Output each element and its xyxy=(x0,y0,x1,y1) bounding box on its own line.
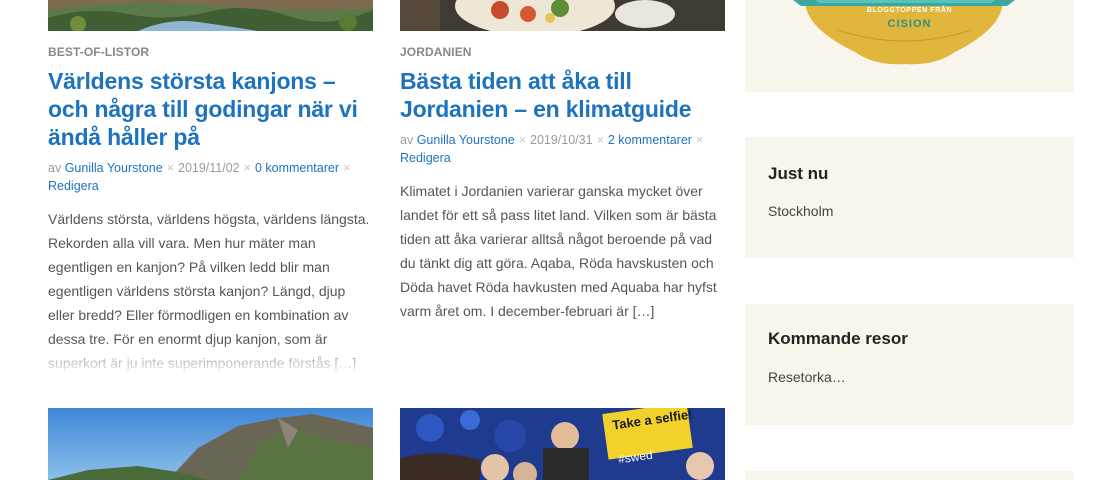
post-date: 2019/10/31 xyxy=(530,133,593,147)
sidebar-widget-next xyxy=(745,471,1074,480)
food-image xyxy=(400,0,725,31)
widget-text: Stockholm xyxy=(768,203,834,219)
post-title[interactable]: Bästa tiden att åka till Jordanien – en … xyxy=(400,67,726,123)
meta-separator-icon: × xyxy=(518,133,526,147)
sidebar-widget-kommande-resor: Kommande resor Resetorka… xyxy=(745,304,1074,425)
post-excerpt-text: Klimatet i Jordanien varierar ganska myc… xyxy=(400,183,717,319)
post-thumbnail-canyon[interactable] xyxy=(48,0,373,31)
meta-separator-icon: × xyxy=(596,133,604,147)
post-thumbnail-mountain[interactable] xyxy=(48,408,373,480)
post-date: 2019/11/02 xyxy=(178,161,240,175)
meta-separator-icon: × xyxy=(243,161,251,175)
post-category[interactable]: JORDANIEN xyxy=(400,45,726,59)
post-author-link[interactable]: Gunilla Yourstone xyxy=(417,133,515,147)
post-comments-link[interactable]: 2 kommentarer xyxy=(608,133,692,147)
post-comments-link[interactable]: 0 kommentarer xyxy=(255,161,339,175)
post-excerpt: Klimatet i Jordanien varierar ganska myc… xyxy=(400,179,726,323)
meta-by-label: av xyxy=(400,133,414,147)
post-edit-link[interactable]: Redigera xyxy=(400,151,451,165)
widget-title: Kommande resor xyxy=(768,329,908,348)
canyon-image xyxy=(48,0,373,31)
post-thumbnail-food[interactable] xyxy=(400,0,725,31)
widget-text: Resetorka… xyxy=(768,369,846,385)
sidebar-badge-widget: BLOGGTOPPEN FRÅN CISION xyxy=(745,0,1074,92)
post-meta: av Gunilla Yourstone × 2019/11/02 × 0 kommen… xyxy=(48,159,374,195)
post-category[interactable]: BEST-OF-LISTOR xyxy=(48,45,374,59)
meta-by-label: av xyxy=(48,161,62,175)
post-title[interactable]: Världens största kanjons – och några til… xyxy=(48,67,374,151)
post-excerpt-text: Världens största, världens högsta, värld… xyxy=(48,211,370,371)
sidebar-widget-just-nu: Just nu Stockholm xyxy=(745,137,1074,258)
meta-separator-icon: × xyxy=(166,161,174,175)
post-author-link[interactable]: Gunilla Yourstone xyxy=(65,161,163,175)
mountain-image xyxy=(48,408,373,480)
meta-separator-icon: × xyxy=(343,161,351,175)
post-edit-link[interactable]: Redigera xyxy=(48,179,99,193)
post-thumbnail-event[interactable]: Take a selfie! #swed xyxy=(400,408,725,480)
widget-title: Just nu xyxy=(768,164,829,183)
meta-separator-icon: × xyxy=(695,133,704,147)
post-meta: av Gunilla Yourstone × 2019/10/31 × 2 kommen… xyxy=(400,131,726,167)
badge-caption: BLOGGTOPPEN FRÅN xyxy=(866,7,953,14)
post-card: BEST-OF-LISTOR Världens största kanjons … xyxy=(48,45,374,375)
post-card: JORDANIEN Bästa tiden att åka till Jorda… xyxy=(400,45,726,323)
badge-brand: CISION xyxy=(887,18,932,30)
post-excerpt: Världens största, världens högsta, värld… xyxy=(48,207,374,375)
